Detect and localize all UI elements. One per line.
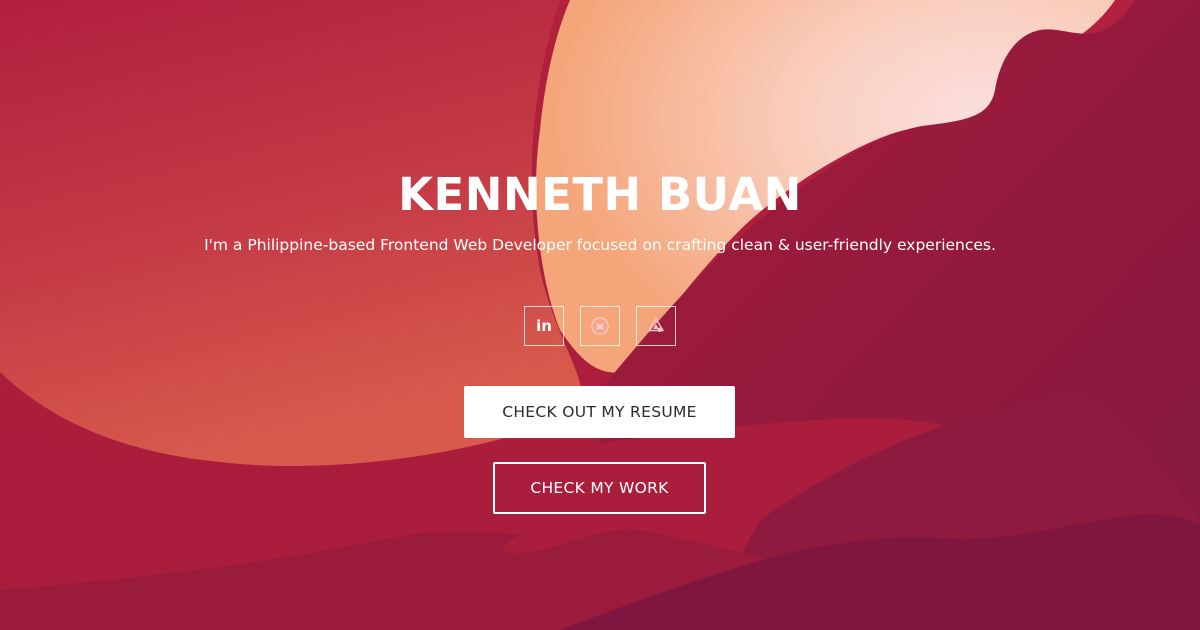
social-links: in [524,306,676,346]
linkedin-link[interactable]: in [524,306,564,346]
hero-subtitle: I'm a Philippine-based Frontend Web Deve… [204,236,996,254]
hero-title: KENNETH BUAN [398,168,802,221]
github-icon [591,317,609,335]
codepen-link[interactable] [636,306,676,346]
resume-button[interactable]: CHECK OUT MY RESUME [464,386,735,438]
github-link[interactable] [580,306,620,346]
codepen-icon [648,318,664,332]
check-work-button[interactable]: CHECK MY WORK [493,462,706,514]
hero-section: KENNETH BUAN I'm a Philippine-based Fron… [0,0,1200,630]
linkedin-icon: in [536,316,552,335]
